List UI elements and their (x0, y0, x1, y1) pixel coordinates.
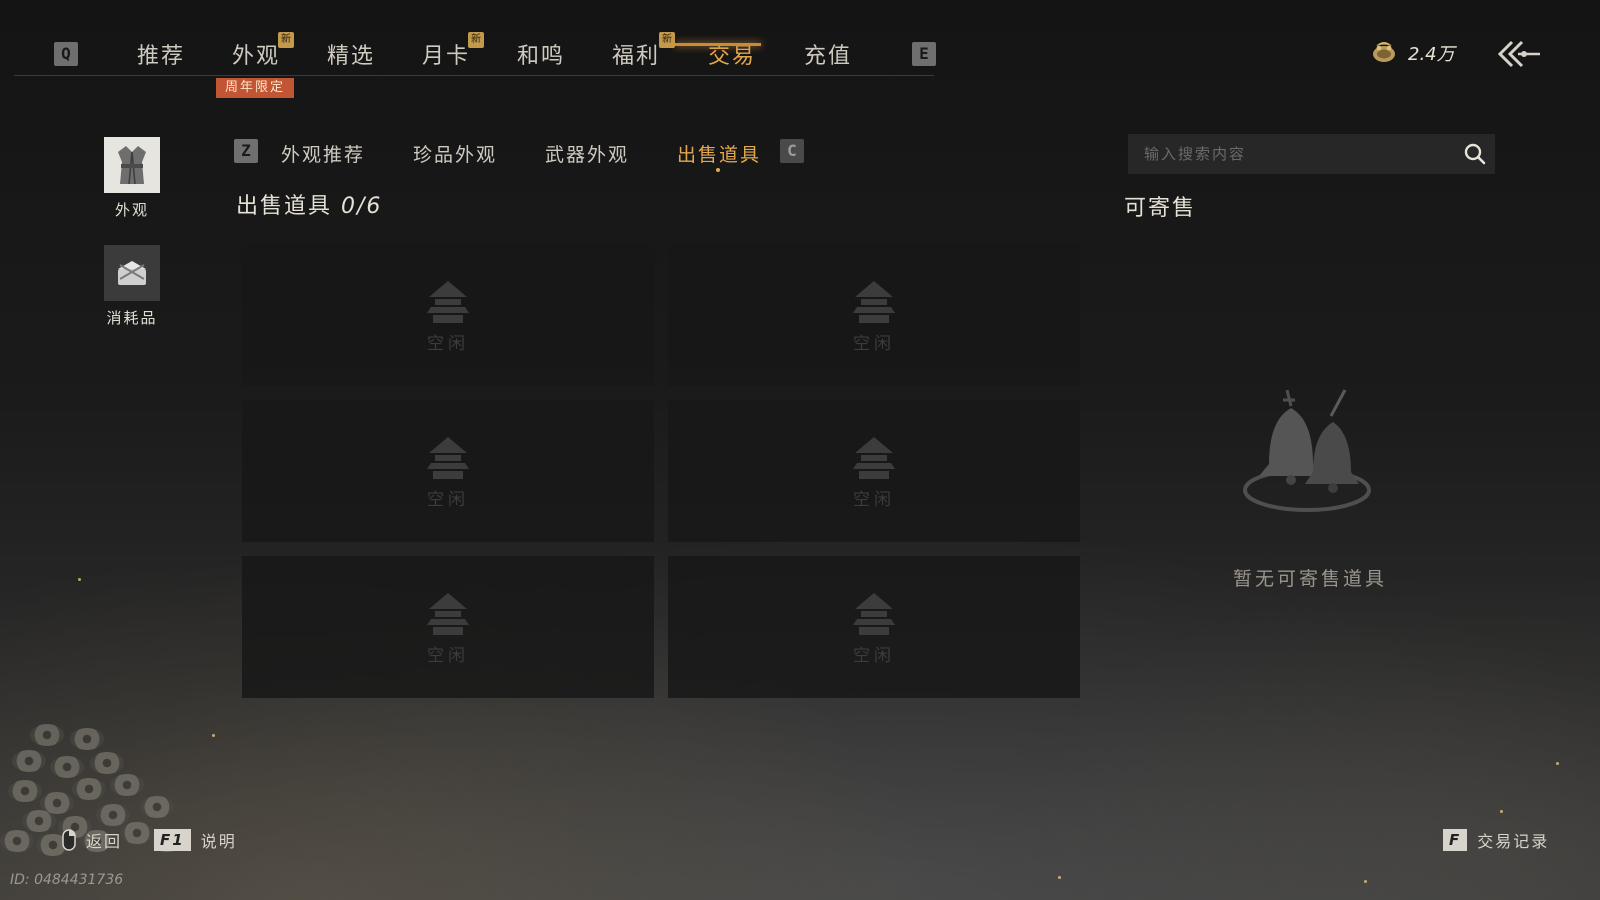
search-box (1128, 134, 1495, 174)
back-arrow-icon (1497, 40, 1540, 68)
prev-tab-key[interactable]: Q (54, 42, 78, 66)
sell-slot-count: 0/6 (341, 194, 383, 219)
consumable-icon (104, 245, 160, 301)
tab-harmony[interactable]: 和鸣 (517, 38, 565, 70)
trade-record-hint[interactable]: F 交易记录 (1443, 828, 1549, 852)
subtab-sell-items[interactable]: 出售道具 (677, 140, 761, 167)
slot-status: 空闲 (853, 645, 895, 666)
spark-decoration (1058, 876, 1061, 879)
side-category-label: 消耗品 (106, 309, 158, 327)
prev-subtab-key[interactable]: Z (234, 139, 258, 163)
trade-record-key: F (1443, 829, 1468, 851)
slot-status: 空闲 (427, 645, 469, 666)
slot-status: 空闲 (427, 333, 469, 354)
top-navigation: Q 推荐 外观 新 精选 月卡 新 和鸣 福利 新 交易 充值 E (14, 30, 936, 76)
consign-empty-text: 暂无可寄售道具 (1232, 568, 1387, 590)
pavilion-icon (853, 280, 895, 323)
search-icon[interactable] (1463, 142, 1487, 166)
new-badge: 新 (278, 32, 294, 48)
new-badge: 新 (468, 32, 484, 48)
slot-status: 空闲 (427, 489, 469, 510)
sell-slot[interactable]: 空闲 (668, 556, 1080, 698)
sell-slot[interactable]: 空闲 (242, 244, 654, 386)
consign-empty-state: 暂无可寄售道具 (1200, 380, 1420, 591)
player-id: ID: 0484431736 (10, 872, 124, 888)
slot-status: 空闲 (853, 489, 895, 510)
active-tab-indicator (675, 43, 761, 46)
sell-section-label: 出售道具 (236, 194, 333, 219)
help-key: F1 (154, 829, 191, 851)
slot-status: 空闲 (853, 333, 895, 354)
pavilion-icon (853, 436, 895, 479)
coin-pouch-icon (1370, 38, 1398, 68)
currency-display: 2.4万 (1370, 38, 1455, 68)
subtab-weapon-appearance[interactable]: 武器外观 (545, 140, 629, 167)
sell-slot[interactable]: 空闲 (668, 400, 1080, 542)
tab-featured[interactable]: 精选 (327, 38, 375, 70)
sell-slot[interactable]: 空闲 (242, 556, 654, 698)
sell-section-title: 出售道具 0/6 (236, 188, 382, 220)
side-category-consumables[interactable]: 消耗品 (104, 245, 160, 328)
back-hint[interactable]: 返回 (62, 828, 122, 852)
outfit-icon (104, 137, 160, 193)
spark-decoration (78, 578, 81, 581)
mouse-right-click-icon (62, 829, 76, 851)
tab-recommend[interactable]: 推荐 (137, 38, 185, 70)
pavilion-icon (427, 436, 469, 479)
subtab-appearance-recommend[interactable]: 外观推荐 (281, 140, 365, 167)
side-category-appearance[interactable]: 外观 (104, 137, 160, 220)
trade-record-label: 交易记录 (1477, 832, 1550, 851)
tab-recharge[interactable]: 充值 (804, 38, 852, 70)
consign-section-title: 可寄售 (1124, 196, 1197, 221)
pavilion-icon (853, 592, 895, 635)
help-hint-label: 说明 (200, 832, 237, 851)
pavilion-icon (427, 592, 469, 635)
spark-decoration (1364, 880, 1367, 883)
sell-slot[interactable]: 空闲 (242, 400, 654, 542)
sell-slot[interactable]: 空闲 (668, 244, 1080, 386)
spark-decoration (1500, 810, 1503, 813)
active-subtab-indicator (716, 168, 720, 172)
subtab-rare-appearance[interactable]: 珍品外观 (413, 140, 497, 167)
bells-icon (1243, 389, 1371, 512)
back-hint-label: 返回 (86, 832, 123, 851)
tab-appearance[interactable]: 外观 (232, 38, 280, 70)
new-badge: 新 (659, 32, 675, 48)
coin-pile-decoration (0, 530, 220, 860)
help-hint[interactable]: F1 说明 (154, 828, 237, 852)
next-subtab-key[interactable]: C (780, 139, 804, 163)
tab-welfare[interactable]: 福利 (612, 38, 660, 70)
pavilion-icon (427, 280, 469, 323)
search-input[interactable] (1128, 134, 1448, 174)
spark-decoration (1556, 762, 1559, 765)
spark-decoration (212, 734, 215, 737)
limited-time-badge: 周年限定 (216, 78, 294, 98)
back-arrow-button[interactable] (1496, 36, 1542, 72)
next-tab-key[interactable]: E (912, 42, 936, 66)
side-category-label: 外观 (114, 201, 149, 219)
currency-amount: 2.4万 (1408, 44, 1455, 65)
tab-monthly-card[interactable]: 月卡 (422, 38, 470, 70)
